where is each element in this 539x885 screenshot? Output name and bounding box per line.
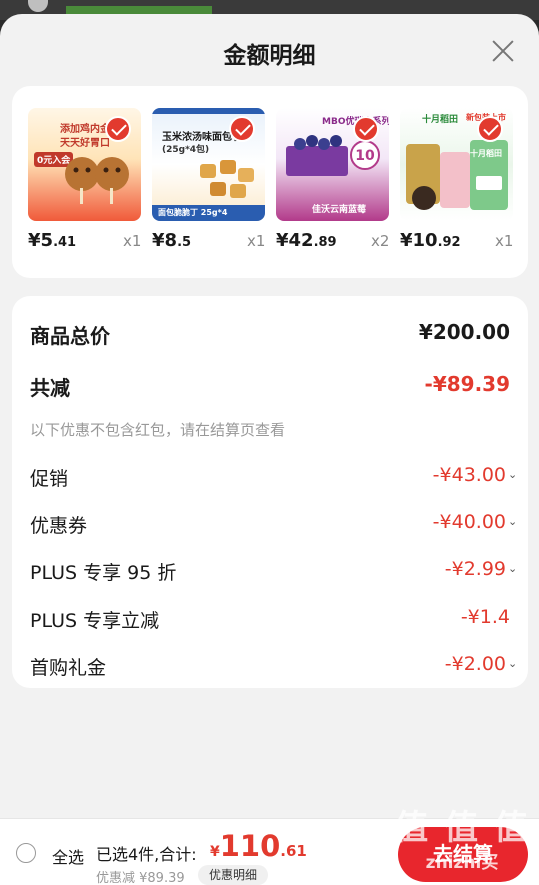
thumb-tag: 十月稻田	[470, 149, 502, 158]
sheet-title: 金额明细	[223, 43, 316, 69]
thumb-text: 佳沃云南蓝莓	[312, 205, 367, 215]
discount-row-value[interactable]: -¥40.00	[433, 511, 506, 533]
discount-row-label: PLUS 专享 95 折	[30, 562, 177, 584]
product-quantity: x2	[371, 232, 390, 250]
discount-row-label: 首购礼金	[30, 657, 107, 679]
total-reduce-value: -¥89.39	[424, 372, 510, 396]
product-thumbnail[interactable]: 玉米浓汤味面包丁 (25g*4包) 面包脆脆丁 25g*4	[152, 108, 265, 221]
chevron-down-icon[interactable]: ⌄	[508, 657, 518, 670]
product-thumbnail[interactable]: MBO优瑞卡系列 10 佳沃云南蓝莓	[276, 108, 389, 221]
total-price-value: ¥200.00	[418, 320, 510, 344]
close-button[interactable]	[486, 34, 520, 68]
blueberry-box-image	[286, 135, 348, 176]
price-summary-card: 商品总价 ¥200.00 共减 -¥89.39 以下优惠不包含红包，请在结算页查…	[12, 296, 528, 688]
chevron-down-icon[interactable]: ⌄	[508, 468, 518, 481]
product-item[interactable]: 添加鸡内金 天天好胃口 0元入会 ¥5.41 x1	[28, 108, 144, 258]
selected-check-icon	[229, 116, 255, 142]
product-price: ¥10.92	[400, 230, 461, 251]
product-thumbnail[interactable]: 十月稻田 新包装上市 十月稻田	[400, 108, 513, 221]
product-price: ¥8.5	[152, 230, 192, 251]
discount-row-value[interactable]: -¥2.00	[445, 653, 506, 675]
products-card: 添加鸡内金 天天好胃口 0元入会 ¥5.41 x1 玉米浓汤味面包丁 (25g*…	[12, 86, 528, 278]
rice-bags-image	[406, 140, 508, 210]
background-element	[28, 0, 48, 12]
selected-check-icon	[477, 116, 503, 142]
checkout-total: ¥110.61	[210, 829, 307, 863]
checkout-button[interactable]: 去结算	[398, 827, 528, 882]
total-price-label: 商品总价	[30, 324, 110, 348]
discount-note: 以下优惠不包含红包，请在结算页查看	[30, 421, 286, 439]
discount-row-value[interactable]: -¥2.99	[445, 558, 506, 580]
discount-detail-button[interactable]: 优惠明细	[198, 865, 268, 885]
product-item[interactable]: 玉米浓汤味面包丁 (25g*4包) 面包脆脆丁 25g*4 ¥8.5 x1	[152, 108, 268, 258]
product-quantity: x1	[247, 232, 266, 250]
thumb-text: 添加鸡内金	[60, 124, 110, 135]
discount-summary: 优惠减 ¥89.39	[96, 871, 185, 885]
total-reduce-label: 共减	[30, 376, 70, 400]
chevron-down-icon[interactable]: ⌄	[508, 562, 518, 575]
select-all-radio[interactable]	[16, 843, 36, 863]
product-price: ¥42.89	[276, 230, 337, 251]
background-element	[66, 6, 212, 14]
thumb-tag: 10	[350, 140, 380, 170]
product-quantity: x1	[495, 232, 514, 250]
discount-row-label: 优惠券	[30, 515, 88, 537]
selected-check-icon	[353, 116, 379, 142]
selected-check-icon	[105, 116, 131, 142]
discount-row-label: 促销	[30, 468, 69, 490]
product-item[interactable]: 十月稻田 新包装上市 十月稻田 ¥10.92 x1	[400, 108, 516, 258]
product-thumbnail[interactable]: 添加鸡内金 天天好胃口 0元入会	[28, 108, 141, 221]
amount-detail-sheet: 金额明细 添加鸡内金 天天好胃口 0元入会 ¥5.41 x1 玉米浓汤味面包丁 …	[0, 14, 539, 885]
chevron-down-icon[interactable]: ⌄	[508, 515, 518, 528]
selected-count: 已选4件,合计:	[96, 845, 197, 864]
bear-cookie-image	[65, 157, 129, 204]
bread-cube-image	[200, 160, 254, 198]
product-price: ¥5.41	[28, 230, 77, 251]
discount-row-value[interactable]: -¥43.00	[433, 464, 506, 486]
checkout-bar: 全选 已选4件,合计: ¥110.61 优惠减 ¥89.39 优惠明细 去结算	[0, 818, 539, 885]
select-all-label[interactable]: 全选	[52, 844, 84, 868]
discount-row-label: PLUS 专享立减	[30, 610, 160, 632]
thumb-tag: 面包脆脆丁 25g*4	[158, 208, 228, 217]
product-item[interactable]: MBO优瑞卡系列 10 佳沃云南蓝莓 ¥42.89 x2	[276, 108, 392, 258]
thumb-text: 十月稻田	[422, 115, 459, 125]
product-quantity: x1	[123, 232, 142, 250]
thumb-text: (25g*4包)	[162, 145, 210, 155]
discount-row-value: -¥1.4	[460, 606, 510, 628]
